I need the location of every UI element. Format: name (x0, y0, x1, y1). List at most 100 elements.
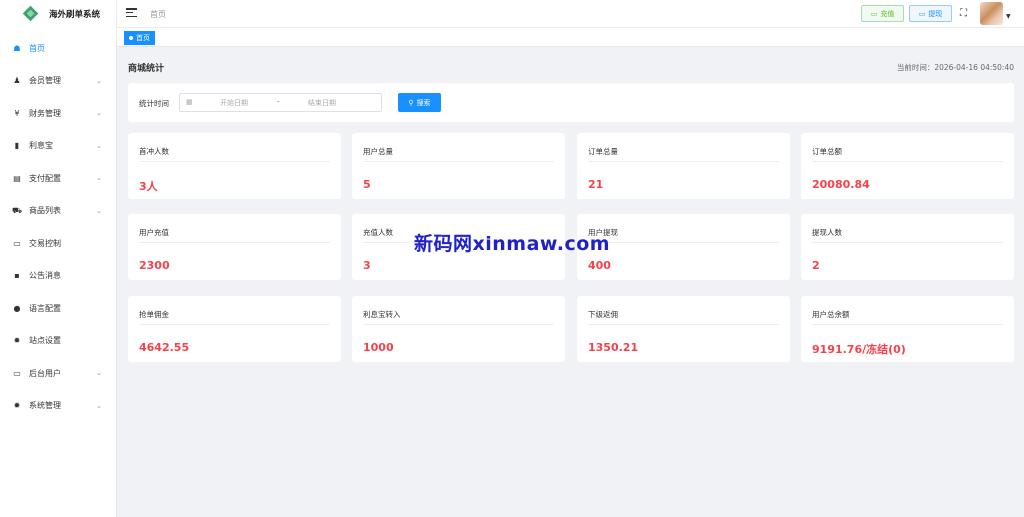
sidebar-item[interactable]: ♟ 会员管理 ⌄ (0, 65, 116, 98)
watermark: 新码网xinmaw.com (414, 233, 611, 255)
monitor-icon: ▭ (13, 238, 21, 248)
brand[interactable]: 海外刷单系统 (0, 0, 116, 28)
stat-card: 首冲人数 3人 (128, 133, 341, 199)
stat-card: 抢单佣金 4642.55 (128, 296, 341, 362)
withdraw-button[interactable]: ▭ 提现 (909, 5, 952, 22)
stat-label: 抢单佣金 (139, 310, 169, 319)
page-title: 商城统计 (128, 64, 165, 74)
sidebar-item-label: 会员管理 (29, 76, 61, 86)
divider (139, 161, 330, 162)
date-range-picker[interactable]: ▦ 开始日期 - 结束日期 (179, 93, 382, 112)
tab-home[interactable]: 首页 (124, 31, 155, 45)
divider (363, 161, 554, 162)
stat-value: 20080.84 (812, 178, 870, 191)
stat-card: 提现人数 2 (801, 214, 1014, 280)
stat-card: 用户总余额 9191.76/冻结(0) (801, 296, 1014, 362)
calendar-icon: ▦ (186, 98, 193, 106)
message-icon: ▪ (14, 271, 20, 281)
start-date-input[interactable]: 开始日期 (220, 98, 248, 108)
dashboard-icon: ☗ (13, 43, 21, 53)
active-dot-icon (129, 36, 133, 40)
sidebar-item[interactable]: ▭ 交易控制 (0, 227, 116, 260)
end-date-input[interactable]: 结束日期 (308, 98, 336, 108)
search-button-label: 搜索 (416, 98, 431, 107)
stat-value: 9191.76/冻结(0) (812, 343, 906, 356)
wallet-icon: ▭ (918, 9, 926, 18)
stat-label: 提现人数 (812, 228, 842, 237)
divider (812, 324, 1003, 325)
sidebar-item-label: 首页 (29, 43, 45, 53)
sidebar-item[interactable]: ● 语言配置 (0, 292, 116, 325)
sidebar-item-label: 商品列表 (29, 206, 61, 216)
divider (139, 242, 330, 243)
sidebar-item-label: 后台用户 (29, 368, 61, 378)
stat-value: 1000 (363, 341, 394, 354)
stat-label: 下级返佣 (588, 310, 618, 319)
divider (812, 242, 1003, 243)
stat-value: 2 (812, 259, 820, 272)
divider (363, 324, 554, 325)
stat-label: 利息宝转入 (363, 310, 401, 319)
stat-card: 订单总量 21 (577, 133, 790, 199)
caret-down-icon[interactable]: ▼ (1006, 13, 1011, 20)
stat-label: 充值人数 (363, 228, 393, 237)
sidebar-item[interactable]: ✹ 站点设置 (0, 325, 116, 358)
sidebar-item[interactable]: ▭ 后台用户 ⌄ (0, 357, 116, 390)
stat-value: 4642.55 (139, 341, 190, 354)
stat-label: 用户总余额 (812, 310, 850, 319)
chevron-down-icon: ⌄ (96, 76, 102, 85)
users-icon: ♟ (13, 76, 21, 86)
chevron-down-icon: ⌄ (96, 174, 102, 183)
stat-value: 2300 (139, 259, 170, 272)
sidebar-item[interactable]: ▪ 公告消息 (0, 260, 116, 293)
tab-label: 首页 (136, 34, 150, 42)
stat-card: 用户总量 5 (352, 133, 565, 199)
chevron-down-icon: ⌄ (96, 401, 102, 410)
avatar[interactable] (980, 2, 1003, 25)
search-button[interactable]: ⚲ 搜索 (398, 93, 441, 112)
sidebar: 海外刷单系统 ☗ 首页 ♟ 会员管理 ⌄ ¥ 财务管理 ⌄ ▮ 利息宝 ⌄ ▤ 支付配置 ⌄ ⛟ 商品列表 ⌄ ▭… (0, 0, 117, 517)
sidebar-item[interactable]: ¥ 财务管理 ⌄ (0, 97, 116, 130)
divider (139, 324, 330, 325)
current-time: 当前时间：2026-04-16 04:50:40 (897, 62, 1014, 73)
chevron-down-icon: ⌄ (96, 109, 102, 118)
current-time-label: 当前时间： (896, 63, 935, 72)
sidebar-item[interactable]: ⛟ 商品列表 ⌄ (0, 195, 116, 228)
globe-icon: ● (13, 303, 21, 313)
stat-label: 用户充值 (139, 228, 169, 237)
filter-panel: 统计时间 ▦ 开始日期 - 结束日期 ⚲ 搜索 (128, 83, 1014, 122)
divider (588, 324, 779, 325)
stat-value: 1350.21 (588, 341, 639, 354)
sidebar-item-label: 交易控制 (29, 238, 61, 248)
stat-card: 用户充值 2300 (128, 214, 341, 280)
sidebar-item-label: 站点设置 (29, 336, 61, 346)
recharge-button[interactable]: ▭ 充值 (861, 5, 904, 22)
filter-label: 统计时间 (139, 99, 169, 108)
fullscreen-icon[interactable]: ⛶ (960, 8, 967, 19)
stat-label: 订单总量 (588, 147, 618, 156)
logo-icon (22, 5, 39, 23)
current-time-value: 2026-04-16 04:50:40 (934, 63, 1014, 72)
main-content: 商城统计 当前时间：2026-04-16 04:50:40 统计时间 ▦ 开始日… (117, 47, 1024, 517)
sidebar-item-label: 支付配置 (29, 173, 61, 183)
cart-icon: ⛟ (12, 205, 23, 215)
divider (588, 242, 779, 243)
divider (812, 161, 1003, 162)
breadcrumb[interactable]: 首页 (150, 9, 166, 20)
withdraw-button-label: 提现 (928, 9, 943, 18)
sidebar-item[interactable]: ✹ 系统管理 ⌄ (0, 390, 116, 423)
stat-value: 5 (363, 178, 371, 191)
stat-label: 首冲人数 (139, 147, 169, 156)
sidebar-item-label: 公告消息 (29, 271, 61, 281)
top-bar: 首页 ▭ 充值 ▭ 提现 ⛶ ▼ (117, 0, 1024, 28)
brand-name: 海外刷单系统 (49, 10, 101, 20)
wallet-icon: ▭ (870, 9, 878, 18)
gear-icon: ✹ (13, 336, 21, 346)
sidebar-item[interactable]: ▤ 支付配置 ⌄ (0, 162, 116, 195)
menu-toggle-icon[interactable] (126, 8, 137, 18)
chevron-down-icon: ⌄ (96, 369, 102, 378)
sidebar-item[interactable]: ▮ 利息宝 ⌄ (0, 130, 116, 163)
sidebar-item[interactable]: ☗ 首页 (0, 32, 116, 65)
stat-value: 3人 (139, 180, 158, 193)
bar-chart-icon: ▮ (14, 141, 20, 151)
